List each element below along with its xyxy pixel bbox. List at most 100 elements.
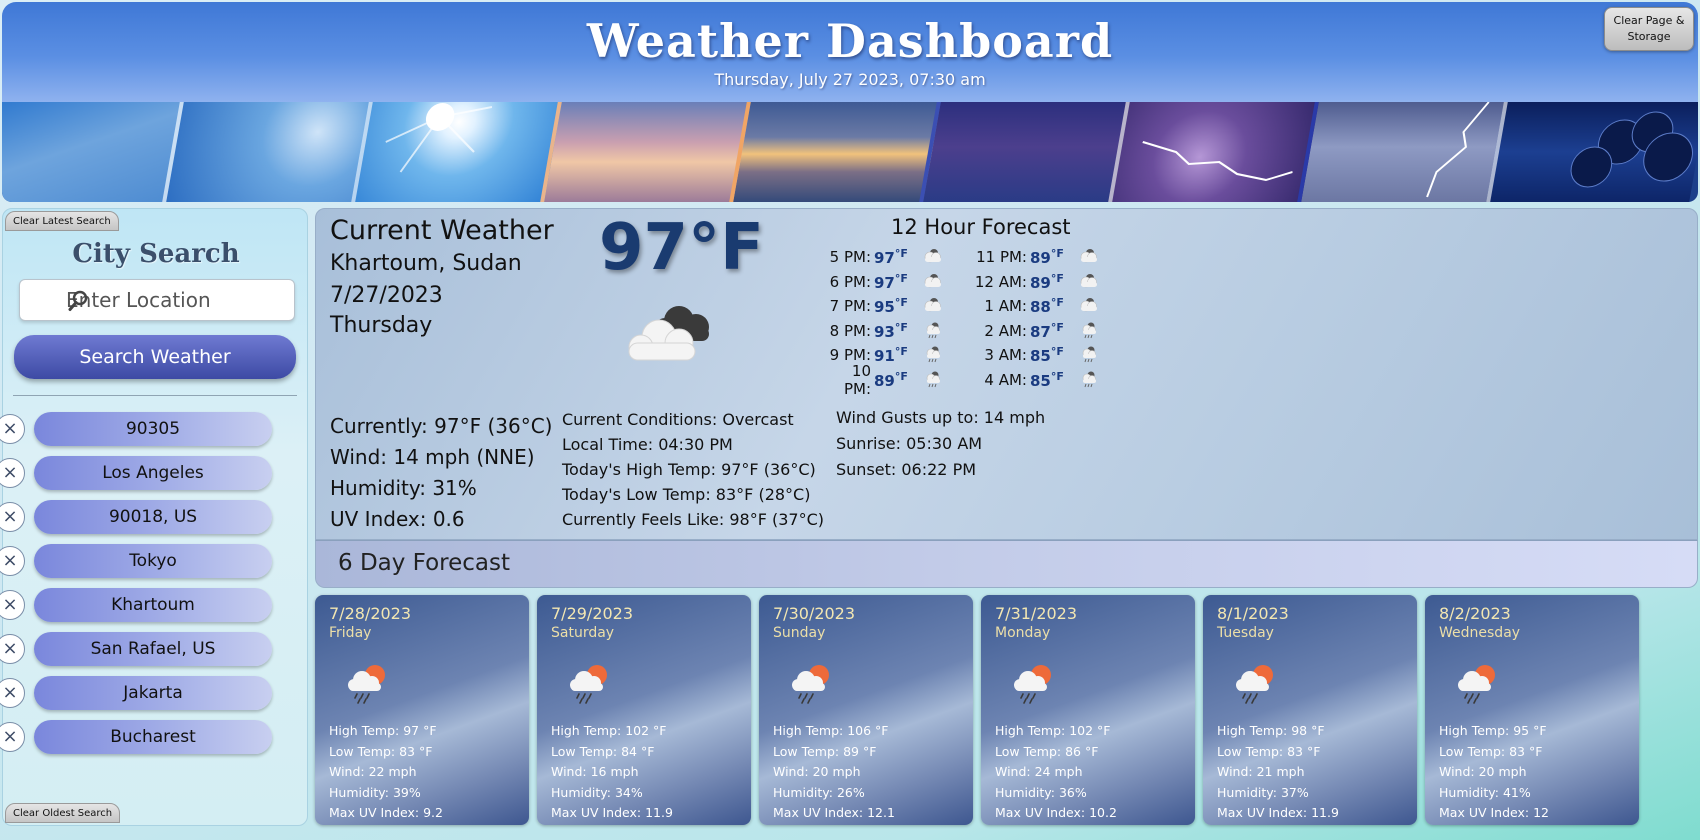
current-temperature: 97°F bbox=[599, 211, 764, 285]
forecast-humidity: Humidity: 41% bbox=[1439, 784, 1531, 800]
hour-label: 7 PM: bbox=[829, 297, 871, 316]
current-weather-panel: Current Weather Khartoum, Sudan 7/27/202… bbox=[315, 208, 1698, 540]
forecast-uv: Max UV Index: 12.1 bbox=[773, 805, 895, 820]
forecast-card: 7/30/2023 Sunday High Temp: 106 °F Low T… bbox=[759, 595, 973, 825]
hour-temp: 93°F bbox=[874, 320, 908, 341]
forecast-high: High Temp: 102 °F bbox=[995, 723, 1111, 738]
hour-temp: 97°F bbox=[874, 247, 908, 268]
current-humidity: Humidity: 31% bbox=[330, 476, 477, 500]
hourly-row: 7 PM: 95°F bbox=[821, 294, 946, 319]
forecast-uv: Max UV Index: 10.2 bbox=[995, 805, 1117, 820]
forecast-day: Monday bbox=[995, 625, 1051, 641]
forecast-uv: Max UV Index: 11.9 bbox=[551, 805, 673, 820]
history-city-button[interactable]: 90018, US bbox=[34, 500, 272, 534]
rain-night-icon bbox=[922, 371, 946, 389]
history-item: × Tokyo bbox=[0, 540, 309, 584]
sun-rain-cloud-icon bbox=[789, 661, 835, 709]
history-city-button[interactable]: Tokyo bbox=[34, 544, 272, 578]
forecast-wind: Wind: 22 mph bbox=[329, 764, 417, 779]
history-city-button[interactable]: San Rafael, US bbox=[34, 632, 272, 666]
hourly-row: 8 PM: 93°F bbox=[821, 319, 946, 344]
hourly-row: 12 AM: 89°F bbox=[971, 270, 1102, 295]
sun-rain-cloud-icon bbox=[345, 661, 391, 709]
sunrise: Sunrise: 05:30 AM bbox=[836, 434, 983, 453]
banner-lightning-panel bbox=[1107, 102, 1329, 202]
remove-history-icon[interactable]: × bbox=[0, 458, 25, 488]
current-weather-title: Current Weather bbox=[330, 215, 554, 246]
history-city-button[interactable]: Jakarta bbox=[34, 676, 272, 710]
forecast-card: 7/28/2023 Friday High Temp: 97 °F Low Te… bbox=[315, 595, 529, 825]
forecast-low: Low Temp: 89 °F bbox=[773, 743, 877, 759]
hour-label: 5 PM: bbox=[829, 248, 871, 267]
weather-banner-image bbox=[2, 102, 1698, 202]
forecast-date: 7/30/2023 bbox=[773, 604, 856, 623]
forecast-day: Wednesday bbox=[1439, 625, 1521, 641]
location-search-input[interactable] bbox=[66, 288, 276, 312]
hourly-column: 5 PM: 97°F 6 PM: 97°F 7 PM: 95°F 8 PM: 93°F … bbox=[821, 245, 946, 398]
remove-history-icon[interactable]: × bbox=[0, 590, 25, 620]
search-weather-button[interactable]: Search Weather bbox=[14, 335, 296, 379]
current-day: Thursday bbox=[330, 313, 433, 338]
remove-history-icon[interactable]: × bbox=[0, 678, 25, 708]
hour-temp: 95°F bbox=[874, 296, 908, 317]
current-wind: Wind: 14 mph (NNE) bbox=[330, 445, 535, 469]
cloud-night-icon bbox=[1078, 248, 1102, 266]
remove-history-icon[interactable]: × bbox=[0, 722, 25, 752]
remove-history-icon[interactable]: × bbox=[0, 634, 25, 664]
clear-page-label-line1: Clear Page & bbox=[1613, 14, 1685, 27]
forecast-low: Low Temp: 83 °F bbox=[1439, 743, 1543, 759]
forecast-stats: High Temp: 97 °F Low Temp: 83 °F Wind: 2… bbox=[329, 721, 443, 824]
hour-label: 1 AM: bbox=[984, 297, 1027, 316]
forecast-stats: High Temp: 98 °F Low Temp: 83 °F Wind: 2… bbox=[1217, 721, 1339, 824]
current-city: Khartoum, Sudan bbox=[330, 251, 522, 276]
remove-history-icon[interactable]: × bbox=[0, 502, 25, 532]
history-item: × Jakarta bbox=[0, 672, 309, 716]
banner-sun-panel bbox=[351, 102, 573, 202]
forecast-day: Saturday bbox=[551, 625, 615, 641]
wind-sun-block: Wind Gusts up to: 14 mph Sunrise: 05:30 … bbox=[836, 405, 1045, 483]
hourly-row: 4 AM: 85°F bbox=[971, 368, 1102, 393]
remove-history-icon[interactable]: × bbox=[0, 546, 25, 576]
forecast-uv: Max UV Index: 11.9 bbox=[1217, 805, 1339, 820]
clear-page-storage-button[interactable]: Clear Page & Storage bbox=[1604, 7, 1694, 51]
hour-label: 8 PM: bbox=[829, 321, 871, 340]
hour-temp: 89°F bbox=[874, 369, 908, 390]
clear-oldest-search-button[interactable]: Clear Oldest Search bbox=[5, 803, 121, 823]
header: Weather Dashboard Thursday, July 27 2023… bbox=[2, 2, 1698, 102]
cloud-night-icon bbox=[922, 248, 946, 266]
forecast-wind: Wind: 20 mph bbox=[773, 764, 861, 779]
forecast-date: 7/29/2023 bbox=[551, 604, 634, 623]
history-city-button[interactable]: Khartoum bbox=[34, 588, 272, 622]
city-search-title: City Search bbox=[72, 239, 240, 269]
hourly-row: 6 PM: 97°F bbox=[821, 270, 946, 295]
forecast-day: Friday bbox=[329, 625, 372, 641]
rain-night-icon bbox=[1078, 346, 1102, 364]
today-low-temp: Today's Low Temp: 83°F (28°C) bbox=[562, 485, 811, 504]
forecast-stats: High Temp: 106 °F Low Temp: 89 °F Wind: … bbox=[773, 721, 895, 824]
history-city-button[interactable]: 90305 bbox=[34, 412, 272, 446]
remove-history-icon[interactable]: × bbox=[0, 414, 25, 444]
history-city-button[interactable]: Los Angeles bbox=[34, 456, 272, 490]
forecast-date: 8/2/2023 bbox=[1439, 604, 1511, 623]
six-day-forecast-title: 6 Day Forecast bbox=[338, 550, 510, 576]
page-title: Weather Dashboard bbox=[586, 14, 1114, 68]
hour-temp: 89°F bbox=[1030, 271, 1064, 292]
today-high-temp: Today's High Temp: 97°F (36°C) bbox=[562, 460, 816, 479]
clear-page-label-line2: Storage bbox=[1627, 30, 1671, 43]
hour-label: 6 PM: bbox=[829, 272, 871, 291]
clear-latest-search-button[interactable]: Clear Latest Search bbox=[5, 211, 119, 231]
forecast-card: 7/31/2023 Monday High Temp: 102 °F Low T… bbox=[981, 595, 1195, 825]
forecast-low: Low Temp: 83 °F bbox=[329, 743, 433, 759]
forecast-uv: Max UV Index: 9.2 bbox=[329, 805, 443, 820]
history-city-button[interactable]: Bucharest bbox=[34, 720, 272, 754]
hourly-row: 10 PM: 89°F bbox=[821, 362, 946, 398]
search-box bbox=[19, 279, 295, 321]
current-temp-detail: Currently: 97°F (36°C) bbox=[330, 414, 553, 438]
hourly-row: 5 PM: 97°F bbox=[821, 245, 946, 270]
sidebar-divider bbox=[13, 395, 297, 396]
hour-temp: 88°F bbox=[1030, 296, 1064, 317]
forecast-high: High Temp: 98 °F bbox=[1217, 723, 1325, 738]
forecast-stats: High Temp: 102 °F Low Temp: 86 °F Wind: … bbox=[995, 721, 1117, 824]
history-item: × 90305 bbox=[0, 408, 309, 452]
hour-temp: 85°F bbox=[1030, 369, 1064, 390]
